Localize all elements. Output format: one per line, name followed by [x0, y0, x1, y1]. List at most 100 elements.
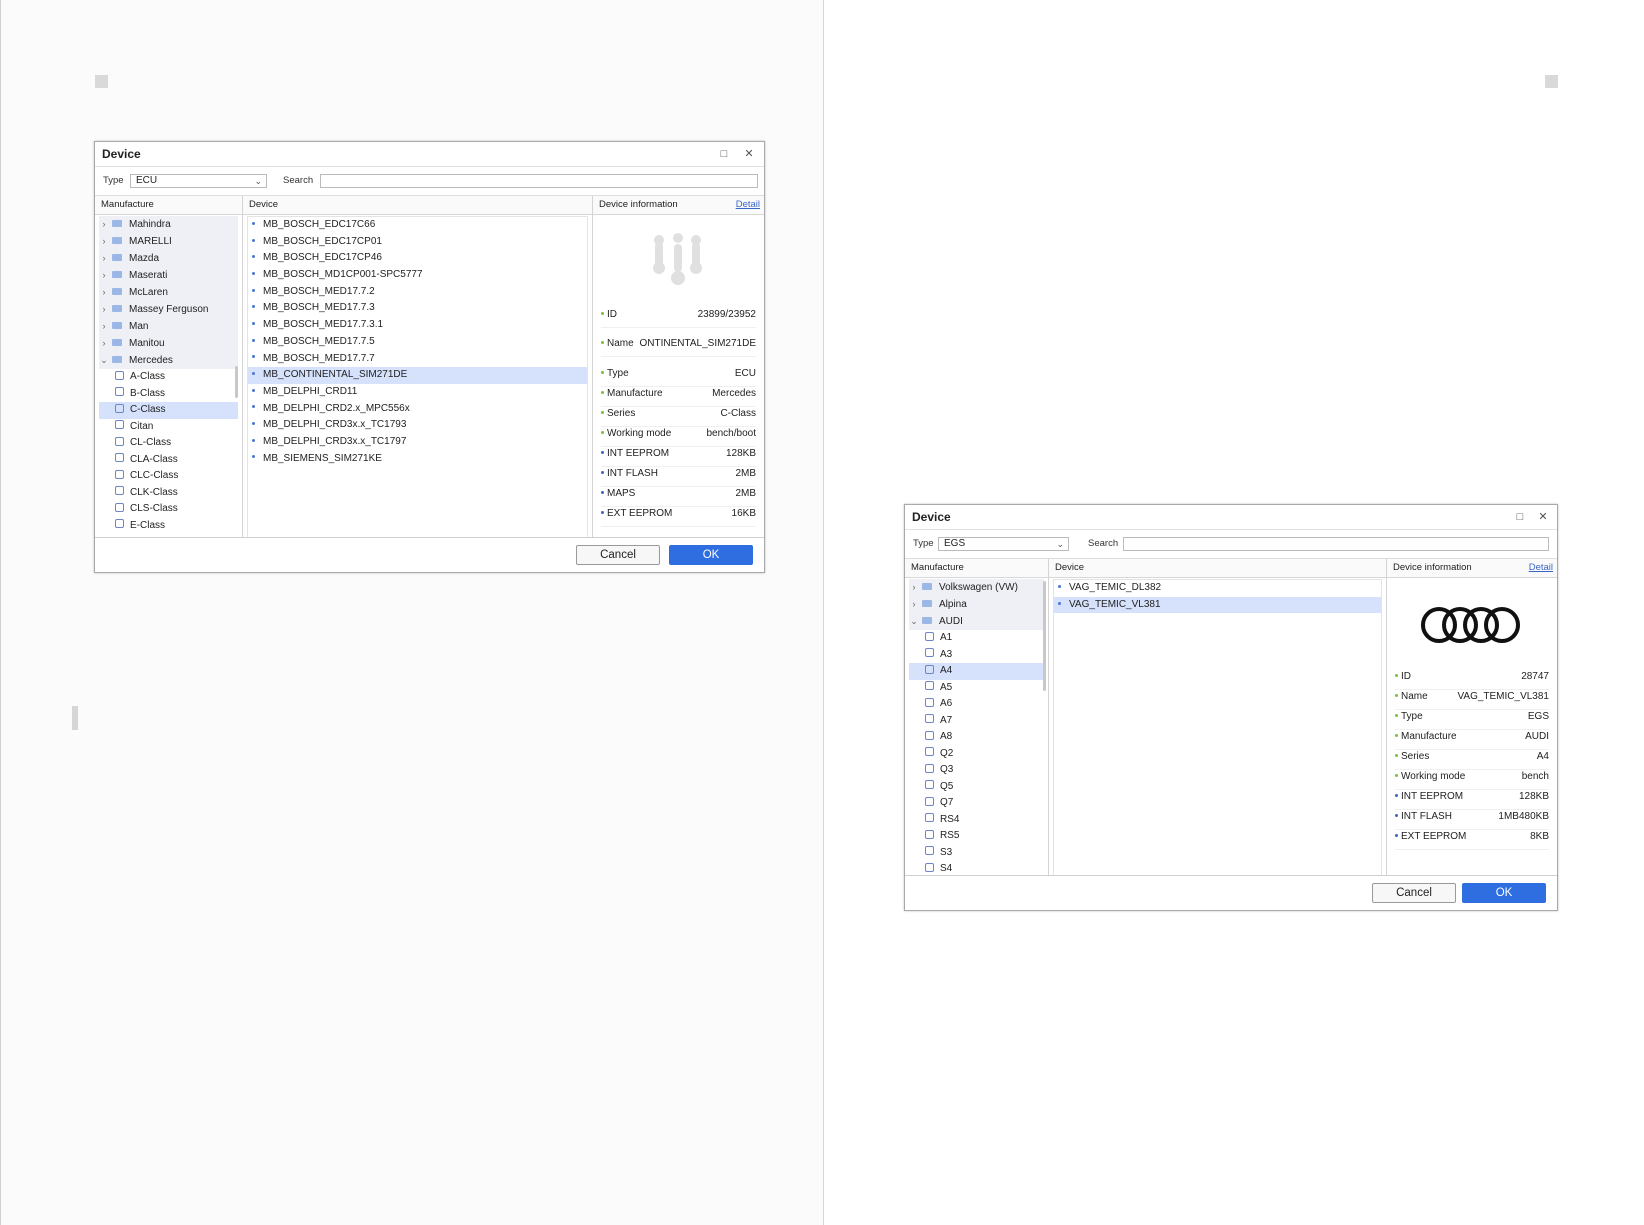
bullet-icon [252, 405, 255, 409]
device-list-item[interactable]: VAG_TEMIC_VL381 [1054, 596, 1381, 614]
dialog-title: Device [102, 147, 141, 161]
search-input[interactable] [1123, 537, 1549, 551]
chevron-right-icon[interactable]: › [99, 216, 109, 233]
detail-link[interactable]: Detail [736, 196, 760, 214]
tree-item-series[interactable]: S3 [909, 845, 1044, 862]
chevron-right-icon[interactable]: › [99, 301, 109, 318]
scrollbar-thumb[interactable] [235, 366, 238, 398]
device-list-item[interactable]: MB_BOSCH_MED17.7.3.1 [248, 317, 587, 334]
tree-item-label: Citan [130, 420, 154, 432]
cancel-button[interactable]: Cancel [576, 545, 660, 565]
tree-item-manufacturer[interactable]: › Manitou [99, 335, 238, 352]
tree-item-manufacturer[interactable]: › Massey Ferguson [99, 301, 238, 318]
tree-item-series[interactable]: CLC-Class [99, 468, 238, 485]
tree-item-series[interactable]: CLS-Class [99, 501, 238, 518]
tree-item-series[interactable]: A8 [909, 729, 1044, 746]
info-key: ID [1395, 671, 1411, 682]
device-list-item[interactable]: MB_BOSCH_MD1CP001-SPC5777 [248, 267, 587, 284]
device-name: MB_BOSCH_MED17.7.5 [263, 335, 375, 347]
device-list-item[interactable]: MB_SIEMENS_SIM271KE [248, 451, 587, 468]
device-list-item[interactable]: MB_BOSCH_MED17.7.5 [248, 334, 587, 351]
scrollbar-thumb[interactable] [1043, 581, 1046, 691]
device-info-title: Device information [1393, 562, 1472, 573]
tree-item-series[interactable]: Q3 [909, 762, 1044, 779]
tree-item-manufacturer[interactable]: › McLaren [99, 284, 238, 301]
tree-item-manufacturer[interactable]: ⌄ AUDI [909, 613, 1044, 630]
maximize-icon[interactable]: □ [1513, 510, 1527, 524]
chevron-right-icon[interactable]: › [909, 596, 919, 613]
chevron-down-icon[interactable]: ⌄ [909, 613, 919, 630]
chevron-right-icon[interactable]: › [99, 335, 109, 352]
chevron-right-icon[interactable]: › [99, 318, 109, 335]
tree-item-manufacturer[interactable]: › MARELLI [99, 233, 238, 250]
device-list-item[interactable]: MB_DELPHI_CRD11 [248, 384, 587, 401]
info-row-manu: Manufacture Mercedes [601, 388, 756, 407]
chevron-right-icon[interactable]: › [99, 233, 109, 250]
chevron-right-icon[interactable]: › [99, 250, 109, 267]
tree-item-series[interactable]: S4 [909, 861, 1044, 876]
tree-item-series[interactable]: A4 [909, 663, 1044, 680]
tree-item-series[interactable]: C-Class [99, 402, 238, 419]
corner-mark [1545, 75, 1558, 88]
tree-item-series[interactable]: A6 [909, 696, 1044, 713]
bullet-icon [1395, 773, 1398, 777]
ok-button[interactable]: OK [669, 545, 753, 565]
device-list-item[interactable]: MB_DELPHI_CRD2.x_MPC556x [248, 401, 587, 418]
maximize-icon[interactable]: □ [717, 147, 731, 161]
tree-item-manufacturer[interactable]: › Alpina [909, 596, 1044, 613]
type-select[interactable]: ECU ⌄ [130, 174, 267, 188]
tree-item-label: Mazda [129, 253, 160, 264]
tree-item-series[interactable]: CLK-Class [99, 485, 238, 502]
tree-item-label: B-Class [130, 387, 166, 399]
detail-link[interactable]: Detail [1529, 559, 1553, 577]
close-icon[interactable]: ✕ [742, 147, 756, 161]
car-icon [115, 486, 124, 496]
device-name: MB_DELPHI_CRD3x.x_TC1793 [263, 419, 407, 431]
chevron-down-icon[interactable]: ⌄ [99, 352, 109, 369]
info-row-flash: INT FLASH 1MB480KB [1395, 811, 1549, 830]
type-select[interactable]: EGS ⌄ [938, 537, 1069, 551]
chevron-right-icon[interactable]: › [99, 284, 109, 301]
device-list-item[interactable]: VAG_TEMIC_DL382 [1054, 580, 1381, 597]
tree-item-manufacturer[interactable]: › Mahindra [99, 216, 238, 233]
dialog-titlebar: Device □ ✕ [95, 142, 764, 167]
device-list-item[interactable]: MB_BOSCH_EDC17CP01 [248, 234, 587, 251]
tree-item-series[interactable]: Q7 [909, 795, 1044, 812]
tree-item-series[interactable]: Citan [99, 419, 238, 436]
tree-item-series[interactable]: CL-Class [99, 435, 238, 452]
device-list-item[interactable]: MB_DELPHI_CRD3x.x_TC1797 [248, 434, 587, 451]
device-list-item[interactable]: MB_DELPHI_CRD3x.x_TC1793 [248, 417, 587, 434]
device-list-item[interactable]: MB_BOSCH_EDC17C66 [248, 217, 587, 234]
tree-item-series[interactable]: A1 [909, 630, 1044, 647]
search-input[interactable] [320, 174, 758, 188]
chevron-right-icon[interactable]: › [909, 579, 919, 596]
device-list-item[interactable]: MB_CONTINENTAL_SIM271DE [248, 367, 587, 384]
tree-item-manufacturer[interactable]: › Man [99, 318, 238, 335]
tree-item-manufacturer[interactable]: › Mazda [99, 250, 238, 267]
tree-item-manufacturer[interactable]: › Maserati [99, 267, 238, 284]
device-list-item[interactable]: MB_BOSCH_MED17.7.7 [248, 351, 587, 368]
close-icon[interactable]: ✕ [1536, 510, 1550, 524]
device-list-item[interactable]: MB_BOSCH_MED17.7.2 [248, 284, 587, 301]
tree-item-label: CLK-Class [130, 486, 178, 498]
tree-item-series[interactable]: Q5 [909, 779, 1044, 796]
tree-item-series[interactable]: Q2 [909, 746, 1044, 763]
device-list-item[interactable]: MB_BOSCH_EDC17CP46 [248, 250, 587, 267]
tree-item-series[interactable]: CLA-Class [99, 452, 238, 469]
cancel-button[interactable]: Cancel [1372, 883, 1456, 903]
tree-item-series[interactable]: A7 [909, 713, 1044, 730]
tree-item-manufacturer[interactable]: ⌄ Mercedes [99, 352, 238, 369]
device-info-panel: Device information Detail ID 23899/23952 N… [593, 196, 764, 538]
tree-item-series[interactable]: RS4 [909, 812, 1044, 829]
ok-button[interactable]: OK [1462, 883, 1546, 903]
tree-item-series[interactable]: A-Class [99, 369, 238, 386]
chevron-right-icon[interactable]: › [99, 267, 109, 284]
tree-item-series[interactable]: B-Class [99, 386, 238, 403]
tree-item-series[interactable]: A5 [909, 680, 1044, 697]
tree-item-manufacturer[interactable]: › Volkswagen (VW) [909, 579, 1044, 596]
tree-item-series[interactable]: E-Class [99, 518, 238, 535]
tree-item-series[interactable]: A3 [909, 647, 1044, 664]
search-label: Search [1088, 538, 1119, 549]
tree-item-series[interactable]: RS5 [909, 828, 1044, 845]
device-list-item[interactable]: MB_BOSCH_MED17.7.3 [248, 300, 587, 317]
